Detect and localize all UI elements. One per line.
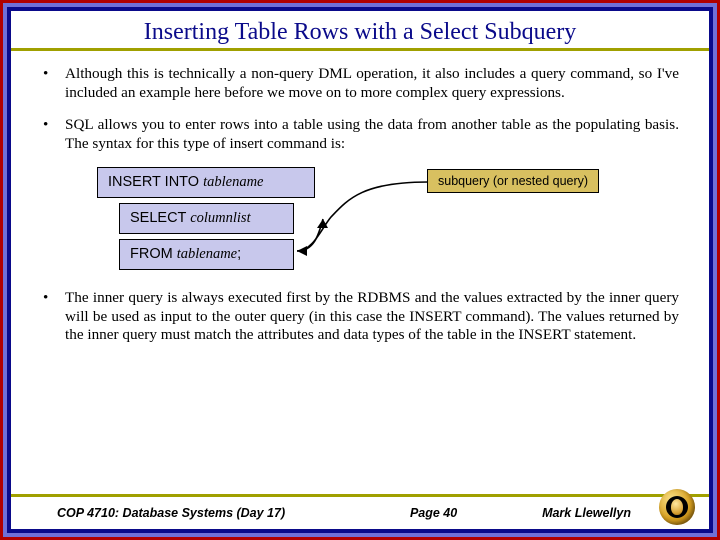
sql-arg: tablename	[203, 174, 263, 190]
footer: COP 4710: Database Systems (Day 17) Page…	[11, 497, 709, 529]
slide-frame-outer: Inserting Table Rows with a Select Subqu…	[0, 0, 720, 540]
sql-select-box: SELECT columnlist	[119, 203, 294, 234]
slide-frame-mid: Inserting Table Rows with a Select Subqu…	[3, 3, 717, 537]
title-underline	[11, 48, 709, 51]
slide-content: Inserting Table Rows with a Select Subqu…	[11, 11, 709, 529]
sql-arg: tablename	[177, 246, 237, 262]
sql-keyword: SELECT	[130, 210, 190, 226]
sql-keyword: FROM	[130, 246, 177, 262]
sql-keyword: INSERT INTO	[108, 174, 203, 190]
subquery-callout: subquery (or nested query)	[427, 169, 599, 193]
page-title: Inserting Table Rows with a Select Subqu…	[39, 15, 681, 48]
sql-from-box: FROM tablename;	[119, 239, 294, 270]
list-item: • The inner query is always executed fir…	[41, 289, 679, 345]
footer-page: Page 40	[285, 506, 542, 520]
ucf-logo-icon	[657, 487, 697, 527]
sql-syntax-block: INSERT INTO tablename SELECT columnlist …	[97, 167, 681, 275]
bullet-list: • The inner query is always executed fir…	[39, 289, 681, 345]
list-item: • SQL allows you to enter rows into a ta…	[41, 116, 679, 153]
bullet-text: The inner query is always executed first…	[65, 289, 679, 345]
callout-connector	[273, 179, 443, 271]
bullet-icon: •	[41, 65, 65, 102]
bullet-text: Although this is technically a non-query…	[65, 65, 679, 102]
bullet-icon: •	[41, 289, 65, 345]
sql-arg: columnlist	[190, 210, 250, 226]
bullet-list: • Although this is technically a non-que…	[39, 65, 681, 153]
sql-semicolon: ;	[237, 246, 241, 262]
bullet-icon: •	[41, 116, 65, 153]
list-item: • Although this is technically a non-que…	[41, 65, 679, 102]
footer-course: COP 4710: Database Systems (Day 17)	[11, 506, 285, 520]
slide-frame-inner: Inserting Table Rows with a Select Subqu…	[7, 7, 713, 533]
bullet-text: SQL allows you to enter rows into a tabl…	[65, 116, 679, 153]
